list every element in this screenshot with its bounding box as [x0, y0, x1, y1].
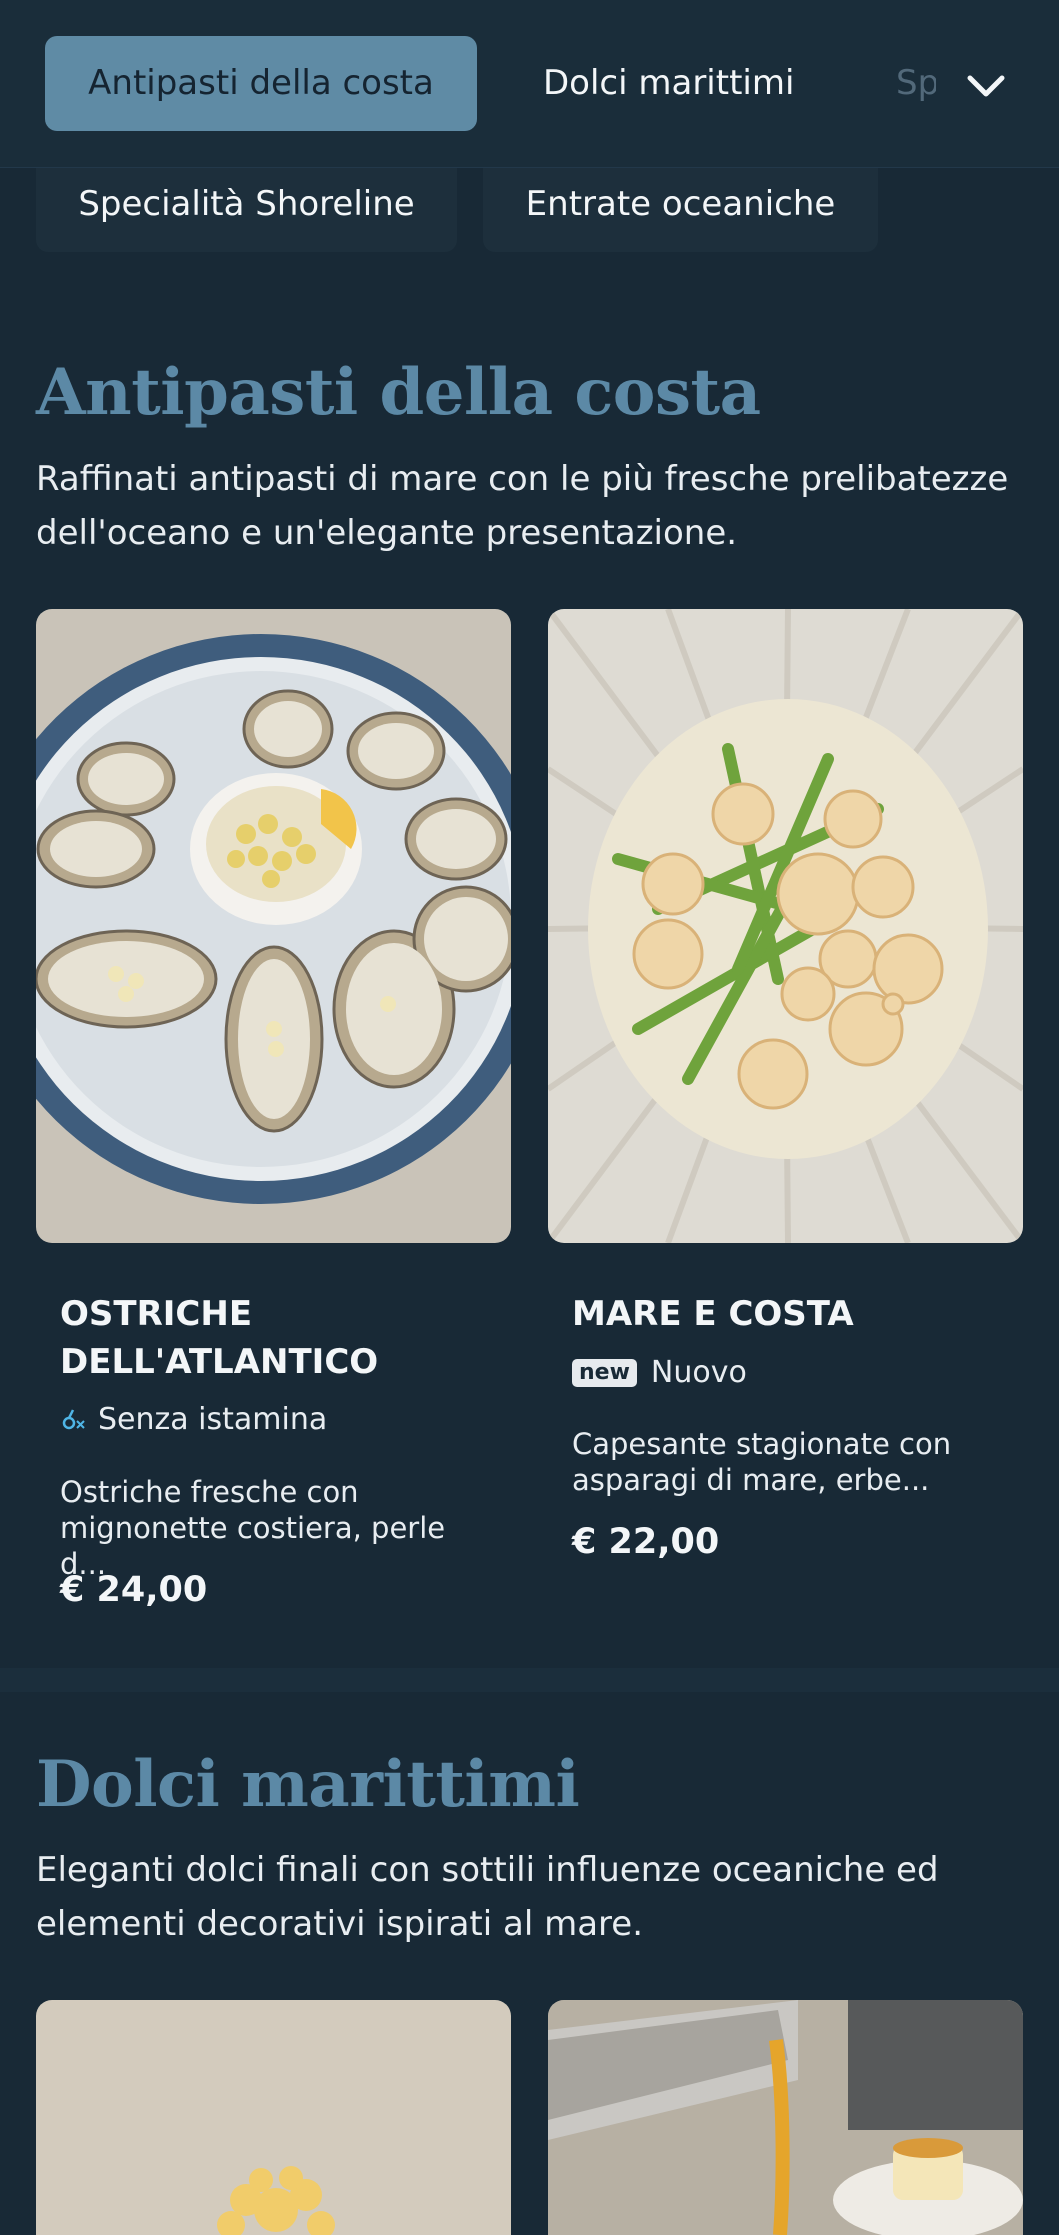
section-title: Dolci marittimi [36, 1747, 580, 1822]
chevron-down-icon[interactable] [962, 62, 1010, 110]
new-label: Nuovo [650, 1355, 747, 1390]
tab-specialita-shoreline[interactable]: Specialità Shoreline [36, 160, 457, 252]
scallops-image[interactable] [548, 609, 1023, 1243]
section-description: Raffinati antipasti di mare con le più f… [36, 459, 1009, 553]
oysters-image[interactable] [36, 609, 511, 1243]
new-badge: new [572, 1358, 637, 1387]
tab-antipasti[interactable]: Antipasti della costa [45, 36, 477, 131]
item-description: Capesante stagionate con asparagi di mar… [572, 1427, 952, 1497]
tab-dolci[interactable]: Dolci marittimi [543, 36, 794, 131]
allergen-tag: Senza istamina [60, 1402, 327, 1437]
item-price: € 24,00 [60, 1570, 208, 1610]
item-name: OSTRICHE DELL'ATLANTICO [60, 1294, 379, 1382]
item-description: Ostriche fresche con mignonette costiera… [60, 1475, 446, 1581]
category-nav: Antipasti della costa Dolci marittimi Sp [0, 0, 1059, 168]
tab-entrate-oceaniche[interactable]: Entrate oceaniche [483, 160, 878, 252]
tab-specialita-partial[interactable]: Sp [896, 36, 936, 131]
item-name: MARE E COSTA [572, 1294, 854, 1334]
section-description: Eleganti dolci finali con sottili influe… [36, 1850, 939, 1944]
histamine-free-icon [62, 1408, 85, 1429]
dessert-image[interactable] [36, 2000, 511, 2235]
section-title: Antipasti della costa [36, 355, 761, 430]
dessert-sauce-image[interactable] [548, 2000, 1023, 2235]
new-tag: new Nuovo [572, 1355, 747, 1390]
item-price: € 22,00 [572, 1522, 720, 1562]
allergen-label: Senza istamina [98, 1402, 328, 1437]
section-divider [0, 1668, 1059, 1692]
